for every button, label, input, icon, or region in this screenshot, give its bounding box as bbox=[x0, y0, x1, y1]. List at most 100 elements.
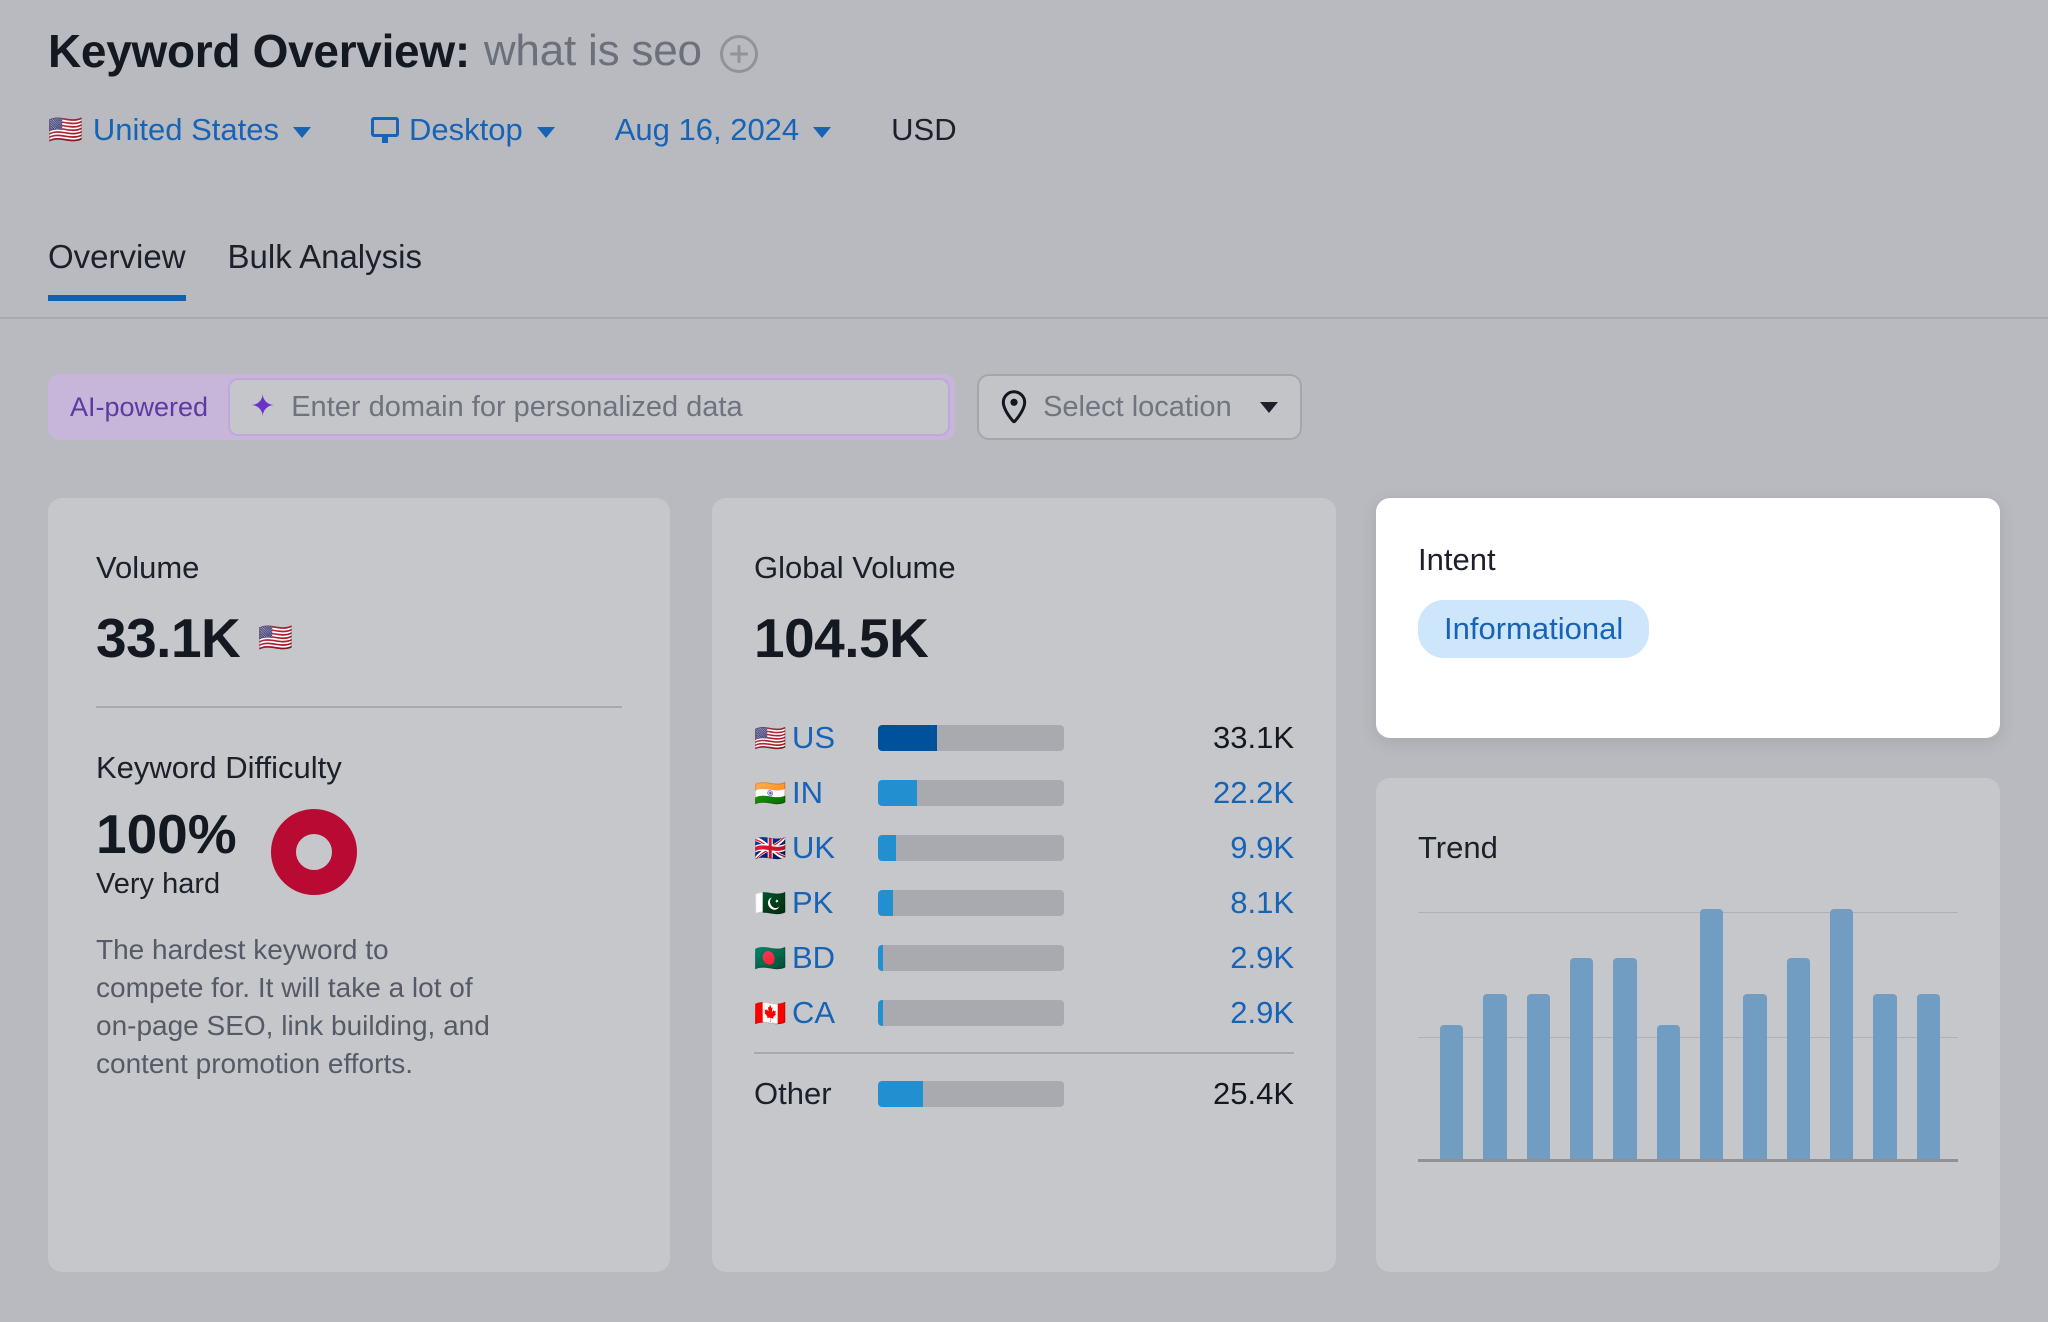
keyword-difficulty-label: Keyword Difficulty bbox=[96, 750, 342, 785]
other-label: Other bbox=[754, 1075, 832, 1111]
country-bar-track bbox=[878, 779, 1064, 806]
page-title-keyword: what is seo bbox=[483, 26, 702, 75]
country-bar-fill bbox=[878, 944, 884, 971]
flag-icon-ca: 🇨🇦 bbox=[754, 997, 787, 1028]
sparkle-icon: ✦ bbox=[250, 390, 276, 423]
chart-axis bbox=[1418, 1159, 1958, 1162]
device-label: Desktop bbox=[408, 112, 523, 147]
country-code: BD bbox=[792, 939, 836, 975]
page-title-prefix: Keyword Overview: bbox=[48, 25, 470, 77]
volume-card: Volume 33.1K 🇺🇸 Keyword Difficulty 100% … bbox=[48, 498, 670, 1272]
intent-badge: Informational bbox=[1418, 600, 1650, 658]
chevron-down-icon bbox=[1259, 401, 1278, 413]
country-code: PK bbox=[792, 884, 834, 920]
domain-input-wrapper[interactable]: ✦ Enter domain for personalized data bbox=[228, 378, 951, 436]
page-title: Keyword Overview: what is seo bbox=[48, 24, 957, 78]
map-pin-icon bbox=[1001, 390, 1027, 424]
select-location-button[interactable]: Select location bbox=[977, 374, 1302, 440]
plus-circle-icon[interactable] bbox=[719, 35, 758, 73]
trend-card: Trend bbox=[1376, 778, 2000, 1272]
select-location-label: Select location bbox=[1043, 390, 1232, 423]
monitor-icon bbox=[370, 117, 399, 143]
country-code: CA bbox=[792, 994, 836, 1030]
divider bbox=[96, 706, 622, 708]
keyword-overview-page: Keyword Overview: what is seo 🇺🇸 United … bbox=[0, 0, 2048, 1322]
flag-icon-us: 🇺🇸 bbox=[754, 722, 787, 753]
trend-chart bbox=[1418, 909, 1958, 1162]
tab-bar: Overview Bulk Analysis bbox=[48, 238, 422, 301]
trend-bar[interactable] bbox=[1569, 957, 1594, 1159]
other-bar-fill bbox=[878, 1080, 924, 1107]
flag-icon-bd: 🇧🇩 bbox=[754, 942, 787, 973]
country-row[interactable]: 🇧🇩 BD 2.9K bbox=[754, 930, 1294, 985]
other-row: Other 25.4K bbox=[754, 1066, 1294, 1121]
country-volume-list: 🇺🇸 US 33.1K 🇮🇳 IN 22.2K 🇬🇧 UK 9.9K 🇵🇰 PK 8.1K 🇧🇩 BD 2.… bbox=[754, 710, 1294, 1040]
trend-bar[interactable] bbox=[1526, 994, 1550, 1159]
country-bar-track bbox=[878, 834, 1064, 861]
page-header: Keyword Overview: what is seo 🇺🇸 United … bbox=[48, 24, 957, 148]
ai-powered-group: AI-powered ✦ Enter domain for personaliz… bbox=[48, 374, 956, 440]
keyword-difficulty-row: 100% Very hard bbox=[96, 802, 622, 901]
volume-value: 33.1K bbox=[96, 607, 241, 669]
volume-value-row: 33.1K 🇺🇸 bbox=[96, 606, 622, 670]
country-value: 9.9K bbox=[1230, 829, 1294, 865]
country-bar-fill bbox=[878, 889, 893, 916]
country-bar-fill bbox=[878, 834, 896, 861]
country-row[interactable]: 🇨🇦 CA 2.9K bbox=[754, 985, 1294, 1040]
volume-label: Volume bbox=[96, 550, 200, 585]
trend-bar[interactable] bbox=[1613, 957, 1637, 1159]
country-bar-fill bbox=[878, 724, 937, 751]
divider bbox=[754, 1052, 1294, 1054]
intent-label: Intent bbox=[1418, 542, 1496, 577]
global-volume-value: 104.5K bbox=[754, 607, 929, 669]
flag-icon-us: 🇺🇸 bbox=[258, 622, 294, 653]
date-label: Aug 16, 2024 bbox=[614, 112, 800, 147]
country-value: 2.9K bbox=[1230, 939, 1294, 975]
flag-icon-pk: 🇵🇰 bbox=[754, 887, 787, 918]
device-selector[interactable]: Desktop bbox=[370, 112, 555, 148]
trend-bar[interactable] bbox=[1786, 957, 1810, 1159]
keyword-difficulty-description: The hardest keyword to compete for. It w… bbox=[96, 934, 490, 1080]
global-volume-card: Global Volume 104.5K 🇺🇸 US 33.1K 🇮🇳 IN 22.2K 🇬… bbox=[712, 498, 1336, 1272]
trend-bar[interactable] bbox=[1656, 1024, 1680, 1159]
country-value: 33.1K bbox=[1212, 719, 1294, 755]
country-row[interactable]: 🇵🇰 PK 8.1K bbox=[754, 875, 1294, 930]
flag-icon-in: 🇮🇳 bbox=[754, 777, 787, 808]
country-bar-track bbox=[878, 724, 1064, 751]
trend-bars bbox=[1440, 909, 1940, 1159]
country-code: US bbox=[792, 719, 836, 755]
trend-label: Trend bbox=[1418, 830, 1498, 865]
country-selector[interactable]: 🇺🇸 United States bbox=[48, 112, 311, 148]
domain-input-placeholder: Enter domain for personalized data bbox=[291, 390, 743, 423]
keyword-difficulty-level: Very hard bbox=[96, 868, 221, 900]
ai-powered-badge: AI-powered bbox=[70, 391, 209, 422]
country-row[interactable]: 🇬🇧 UK 9.9K bbox=[754, 820, 1294, 875]
country-value: 8.1K bbox=[1230, 884, 1294, 920]
intent-card[interactable]: Intent Informational bbox=[1376, 498, 2000, 738]
trend-bar[interactable] bbox=[1483, 994, 1507, 1159]
trend-bar[interactable] bbox=[1743, 994, 1767, 1159]
tab-overview[interactable]: Overview bbox=[48, 238, 186, 301]
chevron-down-icon bbox=[292, 126, 311, 138]
keyword-difficulty-value: 100% bbox=[96, 803, 237, 865]
date-selector[interactable]: Aug 16, 2024 bbox=[614, 112, 832, 148]
trend-bar[interactable] bbox=[1873, 994, 1897, 1159]
other-value: 25.4K bbox=[1212, 1075, 1294, 1111]
tab-bulk-analysis[interactable]: Bulk Analysis bbox=[228, 238, 422, 296]
ai-toolbar: AI-powered ✦ Enter domain for personaliz… bbox=[48, 374, 1302, 440]
trend-bar[interactable] bbox=[1916, 994, 1940, 1159]
global-volume-label: Global Volume bbox=[754, 550, 956, 585]
trend-bar[interactable] bbox=[1829, 909, 1854, 1159]
country-value: 2.9K bbox=[1230, 994, 1294, 1030]
flag-icon-uk: 🇬🇧 bbox=[754, 832, 787, 863]
country-row[interactable]: 🇺🇸 US 33.1K bbox=[754, 710, 1294, 765]
country-bar-fill bbox=[878, 779, 918, 806]
country-bar-track bbox=[878, 889, 1064, 916]
country-row[interactable]: 🇮🇳 IN 22.2K bbox=[754, 765, 1294, 820]
country-label: United States bbox=[92, 112, 279, 147]
country-code: UK bbox=[792, 829, 836, 865]
trend-bar[interactable] bbox=[1699, 909, 1724, 1159]
difficulty-donut-gauge bbox=[270, 808, 357, 895]
other-bar-track bbox=[878, 1080, 1064, 1107]
trend-bar[interactable] bbox=[1440, 1024, 1464, 1159]
